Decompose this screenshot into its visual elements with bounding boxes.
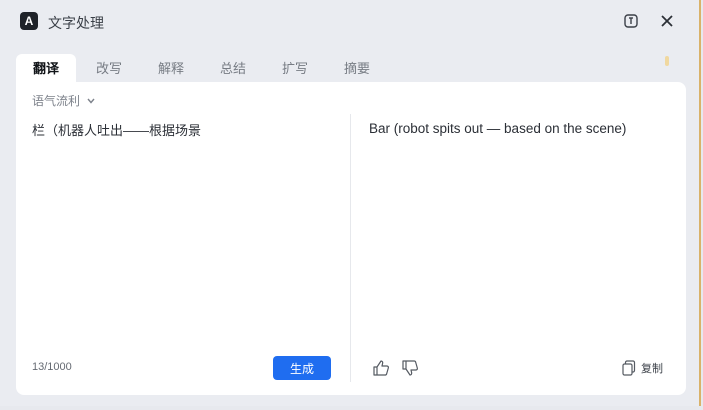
character-count: 13/1000 xyxy=(32,361,72,373)
tone-selector[interactable]: 语气流利 xyxy=(32,92,96,109)
window-title: 文字处理 xyxy=(48,15,104,31)
chevron-down-icon xyxy=(87,98,95,104)
tab-rewrite[interactable]: 改写 xyxy=(79,54,139,82)
close-window-button[interactable] xyxy=(657,11,677,31)
tab-summarize[interactable]: 总结 xyxy=(203,54,263,82)
decorative-marker xyxy=(665,56,669,66)
title-bar: A 文字处理 xyxy=(0,0,700,42)
pin-window-button[interactable] xyxy=(621,11,641,31)
copy-label: 复制 xyxy=(641,363,663,375)
copy-button[interactable]: 复制 xyxy=(622,358,663,378)
thumbs-down-icon xyxy=(402,360,418,376)
tab-abstract[interactable]: 摘要 xyxy=(327,54,387,82)
generate-button[interactable]: 生成 xyxy=(273,356,331,380)
pin-icon xyxy=(624,14,638,28)
tab-explain[interactable]: 解释 xyxy=(141,54,201,82)
app-logo-icon: A xyxy=(20,12,38,30)
translation-result: Bar (robot spits out — based on the scen… xyxy=(369,121,627,136)
tone-label: 语气流利 xyxy=(32,94,81,108)
thumbs-up-icon xyxy=(373,360,389,376)
function-tabs: 翻译 改写 解释 总结 扩写 摘要 xyxy=(16,54,686,82)
panel-divider xyxy=(350,114,351,382)
tab-translate[interactable]: 翻译 xyxy=(16,54,76,82)
tab-expand[interactable]: 扩写 xyxy=(265,54,325,82)
source-text-input[interactable]: 栏（机器人吐出——根据场景 xyxy=(32,120,332,142)
text-processing-window: A 文字处理 翻译 改写 解释 总结 扩写 摘要 语气流利 栏（机器人吐出——根… xyxy=(0,0,701,406)
close-icon xyxy=(661,15,673,27)
like-button[interactable] xyxy=(371,358,391,378)
copy-icon xyxy=(622,360,636,376)
dislike-button[interactable] xyxy=(400,358,420,378)
content-panel: 语气流利 栏（机器人吐出——根据场景 Bar (robot spits out … xyxy=(16,82,686,395)
